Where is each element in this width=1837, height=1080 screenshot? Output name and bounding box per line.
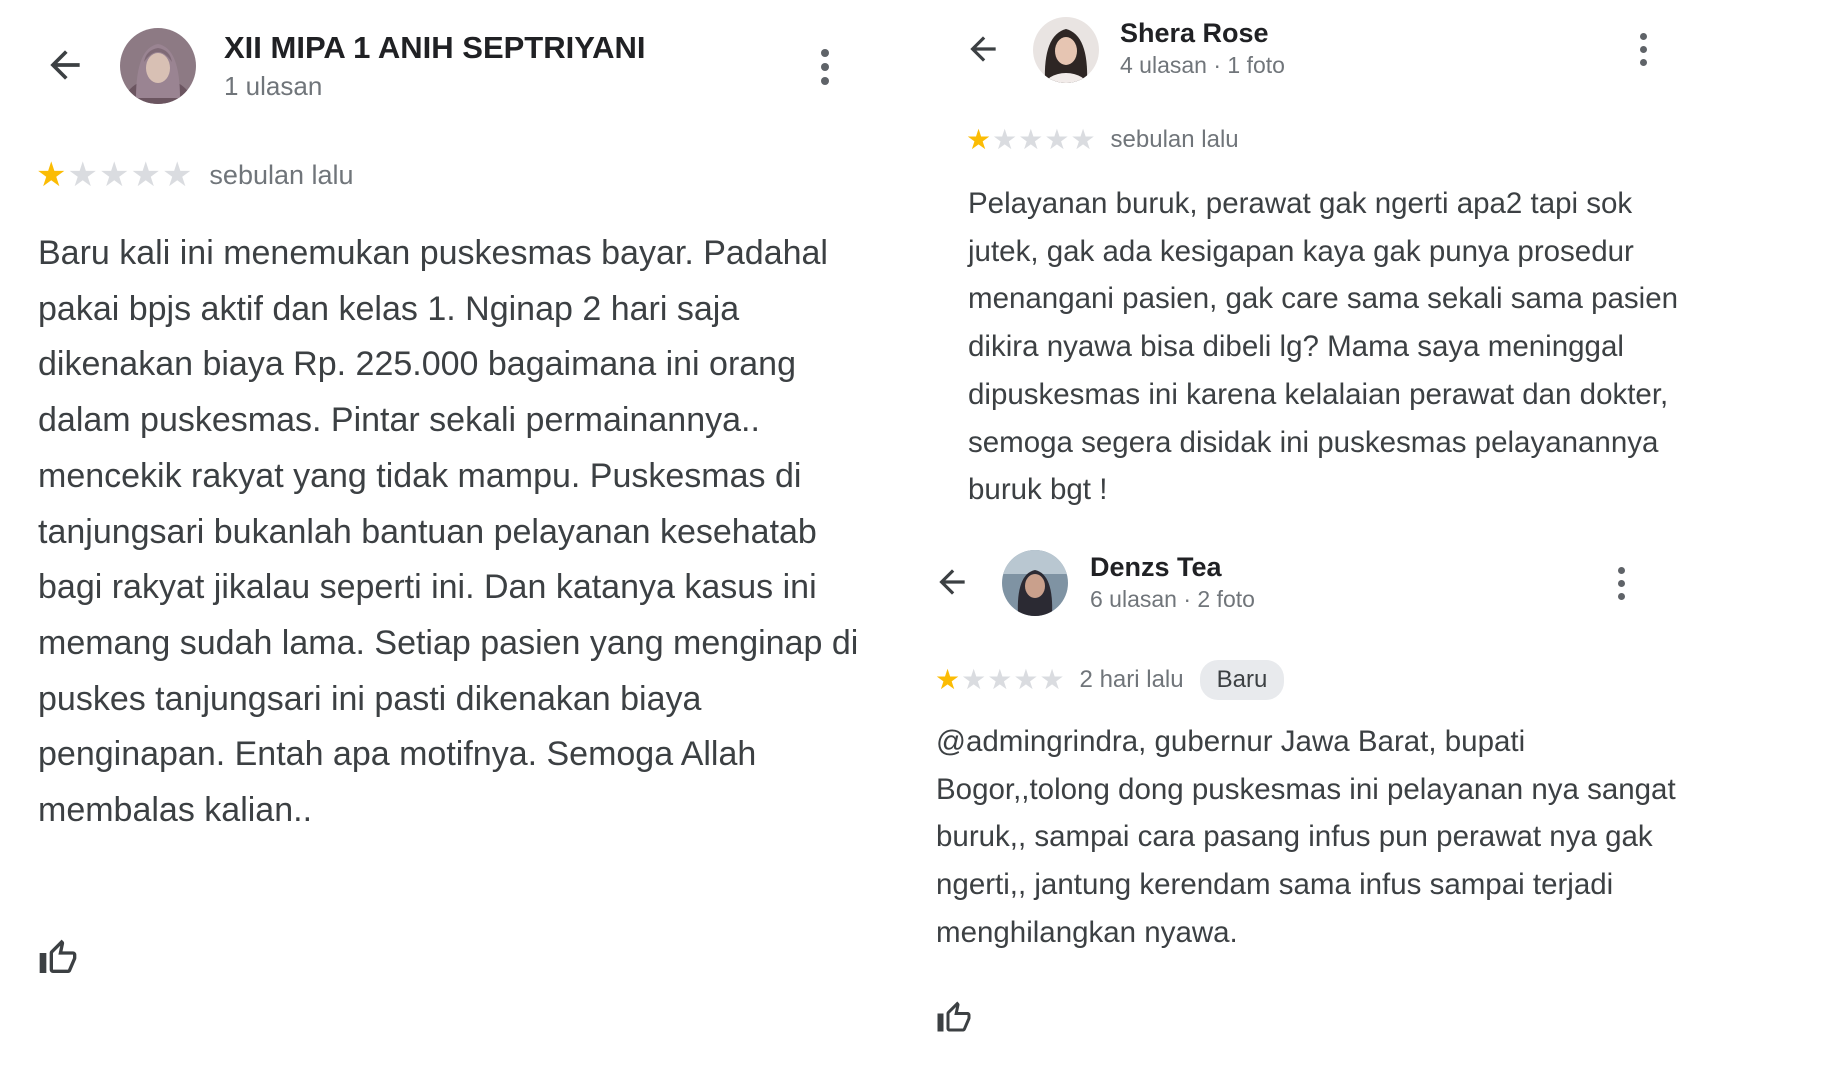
back-button[interactable]: [961, 27, 1005, 71]
more-options-button[interactable]: [1630, 29, 1656, 69]
reviewer-meta: 1 ulasan: [224, 71, 323, 101]
arrow-back-icon: [970, 36, 996, 62]
star-icon: ★: [1018, 124, 1044, 155]
review-text: Baru kali ini menemukan puskesmas bayar.…: [38, 234, 859, 830]
like-button[interactable]: [936, 1000, 972, 1036]
star-icon: ★: [36, 156, 67, 194]
more-vert-icon-dot: [1639, 58, 1647, 66]
review-time: 2 hari lalu: [1079, 666, 1184, 693]
star-icon: ★: [67, 156, 98, 194]
star-rating: ★ ★ ★ ★ ★: [36, 158, 193, 192]
more-vert-icon: [1617, 566, 1625, 574]
star-icon: ★: [1044, 124, 1070, 155]
review-panel-right: Shera Rose 4 ulasan · 1 foto ★ ★ ★ ★ ★ sebul…: [930, 0, 1837, 1080]
more-vert-icon-dot: [1639, 45, 1647, 53]
star-icon: ★: [935, 664, 961, 695]
star-icon: ★: [966, 124, 992, 155]
star-rating: ★ ★ ★ ★ ★: [966, 126, 1097, 154]
star-icon: ★: [961, 664, 987, 695]
back-button[interactable]: [930, 560, 974, 604]
star-icon: ★: [130, 156, 161, 194]
rating-row: ★ ★ ★ ★ ★ sebulan lalu: [36, 158, 354, 192]
more-vert-icon: [1639, 32, 1647, 40]
avatar[interactable]: [1002, 550, 1068, 616]
star-icon: ★: [161, 156, 193, 194]
star-icon: ★: [992, 124, 1018, 155]
star-icon: ★: [1070, 124, 1096, 155]
review-text: Pelayanan buruk, perawat gak ngerti apa2…: [968, 187, 1679, 507]
avatar[interactable]: [1033, 17, 1099, 83]
star-icon: ★: [987, 664, 1013, 695]
avatar-photo: [120, 28, 196, 104]
thumb-up-icon: [937, 1001, 971, 1032]
rating-row: ★ ★ ★ ★ ★ sebulan lalu: [966, 126, 1239, 154]
reviewer-meta: 6 ulasan · 2 foto: [1090, 586, 1255, 612]
rating-row: ★ ★ ★ ★ ★ 2 hari lalu Baru: [935, 660, 1285, 700]
reviewer-name[interactable]: XII MIPA 1 ANIH SEPTRIYANI: [224, 30, 645, 66]
arrow-back-icon: [939, 569, 965, 595]
more-vert-icon-dot: [1617, 592, 1625, 600]
review-panel-left: XII MIPA 1 ANIH SEPTRIYANI 1 ulasan ★ ★ ★ ★…: [0, 0, 880, 1080]
more-options-button[interactable]: [810, 44, 840, 90]
arrow-back-icon: [50, 50, 80, 80]
more-vert-icon: [821, 49, 829, 57]
back-button[interactable]: [40, 40, 90, 90]
like-button[interactable]: [38, 938, 78, 978]
more-vert-icon-dot: [821, 63, 829, 71]
review-time: sebulan lalu: [209, 159, 354, 190]
star-icon: ★: [1013, 664, 1039, 695]
reviewer-meta: 4 ulasan · 1 foto: [1120, 52, 1285, 78]
new-badge: Baru: [1199, 660, 1285, 700]
review-text: @admingrindra, gubernur Jawa Barat, bupa…: [936, 725, 1676, 949]
more-vert-icon-dot: [1617, 579, 1625, 587]
star-rating: ★ ★ ★ ★ ★: [935, 666, 1066, 694]
avatar[interactable]: [120, 28, 196, 104]
more-options-button[interactable]: [1608, 563, 1634, 603]
avatar-photo: [1033, 17, 1099, 83]
thumb-up-icon: [39, 939, 77, 973]
reviewer-name[interactable]: Denzs Tea: [1090, 552, 1222, 583]
review-time: sebulan lalu: [1110, 126, 1239, 153]
star-icon: ★: [1039, 664, 1065, 695]
reviewer-name[interactable]: Shera Rose: [1120, 18, 1269, 49]
avatar-photo: [1002, 550, 1068, 616]
more-vert-icon-dot: [821, 77, 829, 85]
star-icon: ★: [98, 156, 130, 194]
